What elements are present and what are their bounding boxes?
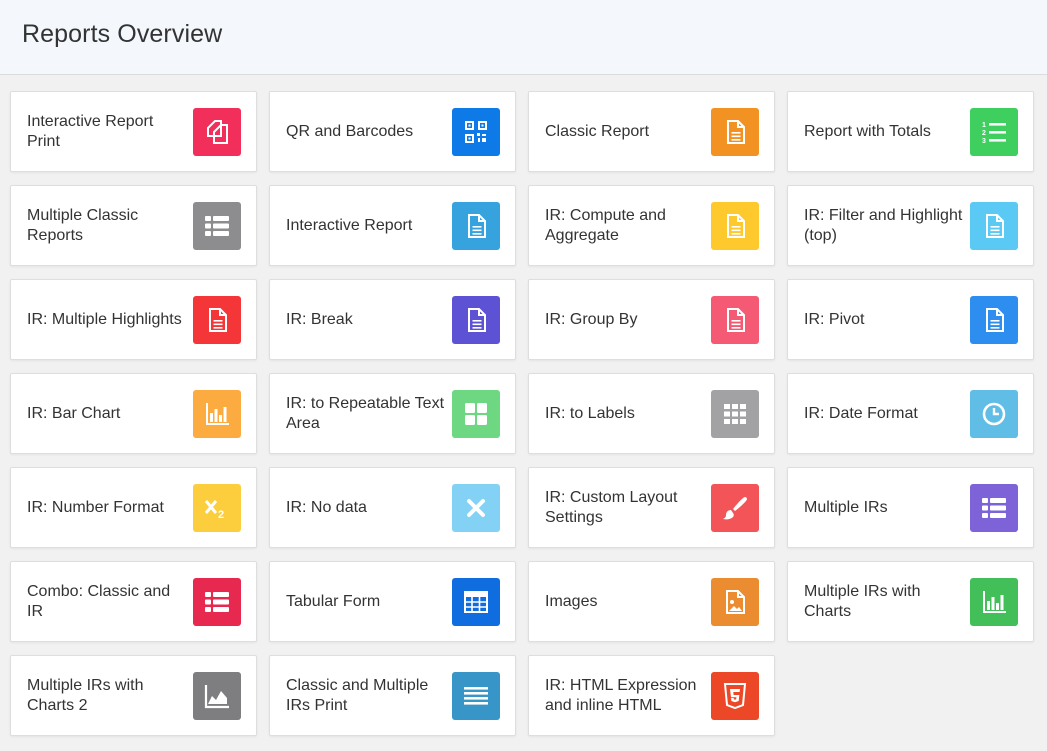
area-chart-icon: [193, 672, 241, 720]
lines-icon: [452, 672, 500, 720]
report-card-label: Multiple IRs with Charts 2: [27, 676, 144, 714]
report-card-label: Report with Totals: [804, 122, 931, 140]
report-card-label: Images: [545, 592, 598, 610]
report-card-multiple-irs[interactable]: Multiple IRs: [787, 467, 1034, 548]
report-card-label: IR: Date Format: [804, 404, 918, 422]
report-card-label: Classic and Multiple IRs Print: [286, 676, 429, 714]
report-card-interactive-report-print[interactable]: Interactive Report Print: [10, 91, 257, 172]
apps-icon: [711, 390, 759, 438]
report-card-tabular-form[interactable]: Tabular Form: [269, 561, 516, 642]
bar-chart-icon: [193, 390, 241, 438]
bar-chart-icon: [970, 578, 1018, 626]
report-card-images[interactable]: Images: [528, 561, 775, 642]
list-icon: [970, 484, 1018, 532]
report-card-label: IR: No data: [286, 498, 367, 516]
report-card-ir-pivot[interactable]: IR: Pivot: [787, 279, 1034, 360]
report-card-label: IR: Number Format: [27, 498, 164, 516]
report-card-ir-number-format[interactable]: IR: Number Format 2: [10, 467, 257, 548]
image-file-icon: [711, 578, 759, 626]
report-card-classic-report[interactable]: Classic Report: [528, 91, 775, 172]
clock-icon: [970, 390, 1018, 438]
svg-text:1: 1: [982, 122, 986, 129]
report-card-label: IR: Compute and Aggregate: [545, 206, 666, 244]
report-card-label: Multiple IRs with Charts: [804, 582, 921, 620]
page-title: Reports Overview: [22, 20, 223, 48]
report-card-label: Classic Report: [545, 122, 650, 140]
report-card-label: IR: Break: [286, 310, 353, 328]
report-card-ir-break[interactable]: IR: Break: [269, 279, 516, 360]
report-card-ir-custom-layout-settings[interactable]: IR: Custom Layout Settings: [528, 467, 775, 548]
report-card-label: Multiple IRs: [804, 498, 888, 516]
document-icon: [193, 296, 241, 344]
report-card-multiple-classic-reports[interactable]: Multiple Classic Reports: [10, 185, 257, 266]
report-card-label: IR: Filter and Highlight (top): [804, 206, 963, 244]
report-card-classic-and-multiple-irs-print[interactable]: Classic and Multiple IRs Print: [269, 655, 516, 736]
report-card-multiple-irs-with-charts[interactable]: Multiple IRs with Charts: [787, 561, 1034, 642]
report-card-ir-to-repeatable-text-area[interactable]: IR: to Repeatable Text Area: [269, 373, 516, 454]
document-icon: [452, 202, 500, 250]
report-cards-grid: Interactive Report Print QR and Barcodes C…: [10, 91, 1034, 736]
document-icon: [970, 296, 1018, 344]
qr-code-icon: [452, 108, 500, 156]
report-card-qr-and-barcodes[interactable]: QR and Barcodes: [269, 91, 516, 172]
subscript-icon: 2: [193, 484, 241, 532]
report-card-ir-filter-and-highlight-top[interactable]: IR: Filter and Highlight (top): [787, 185, 1034, 266]
report-card-combo-classic-and-ir[interactable]: Combo: Classic and IR: [10, 561, 257, 642]
report-card-ir-no-data[interactable]: IR: No data: [269, 467, 516, 548]
report-card-multiple-irs-with-charts-2[interactable]: Multiple IRs with Charts 2: [10, 655, 257, 736]
report-card-label: Combo: Classic and IR: [27, 582, 171, 620]
table-icon: [452, 578, 500, 626]
report-card-label: Tabular Form: [286, 592, 381, 610]
brush-icon: [711, 484, 759, 532]
document-icon: [711, 108, 759, 156]
report-card-label: IR: Custom Layout Settings: [545, 488, 678, 526]
document-icon: [970, 202, 1018, 250]
report-card-label: IR: Group By: [545, 310, 638, 328]
report-card-label: QR and Barcodes: [286, 122, 414, 140]
svg-text:2: 2: [982, 130, 986, 137]
page-header: Reports Overview: [0, 0, 1047, 75]
report-card-label: IR: to Repeatable Text Area: [286, 394, 445, 432]
numbered-list-icon: 123: [970, 108, 1018, 156]
report-card-label: Interactive Report Print: [27, 112, 154, 150]
report-card-label: Interactive Report: [286, 216, 413, 234]
report-card-label: IR: Pivot: [804, 310, 865, 328]
report-card-label: IR: to Labels: [545, 404, 635, 422]
html5-icon: [711, 672, 759, 720]
report-card-ir-html-expression-and-inline-html[interactable]: IR: HTML Expression and inline HTML: [528, 655, 775, 736]
report-card-label: IR: Multiple Highlights: [27, 310, 182, 328]
report-card-label: Multiple Classic Reports: [27, 206, 139, 244]
copy-icon: [193, 108, 241, 156]
svg-text:2: 2: [218, 509, 224, 521]
report-card-ir-group-by[interactable]: IR: Group By: [528, 279, 775, 360]
svg-text:3: 3: [982, 138, 986, 145]
document-icon: [452, 296, 500, 344]
list-icon: [193, 578, 241, 626]
report-card-label: IR: Bar Chart: [27, 404, 121, 422]
report-card-report-with-totals[interactable]: Report with Totals 1 2 3: [787, 91, 1034, 172]
close-icon: [452, 484, 500, 532]
report-card-ir-multiple-highlights[interactable]: IR: Multiple Highlights: [10, 279, 257, 360]
report-card-ir-compute-and-aggregate[interactable]: IR: Compute and Aggregate: [528, 185, 775, 266]
report-card-label: IR: HTML Expression and inline HTML: [545, 676, 697, 714]
report-card-ir-date-format[interactable]: IR: Date Format: [787, 373, 1034, 454]
report-card-ir-bar-chart[interactable]: IR: Bar Chart: [10, 373, 257, 454]
report-card-interactive-report[interactable]: Interactive Report: [269, 185, 516, 266]
document-icon: [711, 296, 759, 344]
document-icon: [711, 202, 759, 250]
grid-icon: [452, 390, 500, 438]
report-card-ir-to-labels[interactable]: IR: to Labels: [528, 373, 775, 454]
list-icon: [193, 202, 241, 250]
